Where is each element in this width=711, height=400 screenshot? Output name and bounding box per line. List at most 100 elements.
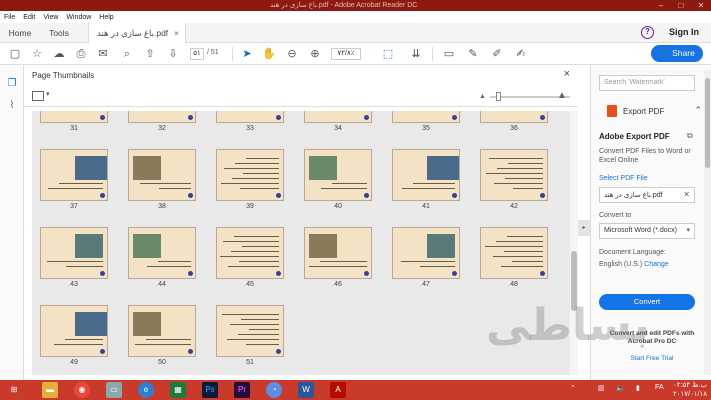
convert-format-select[interactable]: Microsoft Word (*.docx) ▾ — [599, 223, 695, 239]
minimize-icon[interactable]: – — [651, 0, 671, 11]
create-pdf-icon[interactable]: ▢ — [8, 47, 22, 61]
system-clock[interactable]: ۰۲:۵۴ ب.ظ ۲۰۱۷/۰۱/۱۸ — [673, 381, 707, 399]
page-thumbnail[interactable] — [216, 227, 284, 279]
maximize-icon[interactable]: □ — [671, 0, 691, 11]
windows-start-icon[interactable]: ⊞ — [6, 382, 22, 398]
tab-tools[interactable]: Tools — [40, 23, 78, 43]
zoom-search-icon[interactable]: ⌕ — [120, 47, 134, 61]
upload-cloud-icon[interactable]: ☁ — [52, 47, 66, 61]
copy-icon[interactable]: ⧉ — [687, 131, 693, 141]
share-label: Share — [672, 48, 695, 58]
help-icon[interactable]: ? — [641, 26, 654, 39]
chat-icon[interactable]: ◔ — [266, 382, 282, 398]
previous-page-icon[interactable]: ⇧ — [143, 47, 157, 61]
comment-icon[interactable]: ▭ — [442, 47, 456, 61]
page-number-input[interactable]: ۵۱ — [190, 48, 204, 60]
zoom-level-input[interactable]: ۷۲/۸٪ — [331, 48, 361, 60]
premiere-icon[interactable]: Pr — [234, 382, 250, 398]
computer-icon[interactable]: ▭ — [106, 382, 122, 398]
page-thumbnail[interactable] — [392, 111, 460, 123]
thumbnail-text-line — [222, 314, 279, 315]
thumbnail-size-slider-handle[interactable] — [496, 92, 501, 101]
page-thumbnail[interactable] — [40, 305, 108, 357]
collapse-right-panel-icon[interactable]: ▸ — [578, 220, 590, 236]
select-pdf-file-link[interactable]: Select PDF File — [599, 175, 648, 182]
menu-edit[interactable]: Edit — [19, 14, 39, 21]
page-thumbnail[interactable] — [128, 149, 196, 201]
next-page-icon[interactable]: ⇩ — [166, 47, 180, 61]
input-language[interactable]: FA — [655, 384, 664, 391]
page-thumbnail[interactable] — [128, 305, 196, 357]
remove-file-icon[interactable]: ✕ — [683, 190, 690, 199]
photoshop-icon[interactable]: Ps — [202, 382, 218, 398]
menu-help[interactable]: Help — [95, 14, 117, 21]
page-thumbnail[interactable] — [304, 111, 372, 123]
thumbnail-marker-icon — [100, 349, 105, 354]
fill-sign-icon[interactable]: ✍ — [514, 47, 528, 61]
acrobat-icon[interactable]: A — [330, 382, 346, 398]
page-thumbnail[interactable] — [128, 227, 196, 279]
sign-in-link[interactable]: Sign In — [669, 27, 699, 37]
volume-icon[interactable]: 🔈 — [616, 384, 625, 392]
bookmark-star-icon[interactable]: ☆ — [30, 47, 44, 61]
browser-icon[interactable]: e — [138, 382, 154, 398]
search-watermark-input[interactable]: Search 'Watermark' — [599, 75, 695, 91]
close-tab-icon[interactable]: × — [174, 23, 179, 43]
page-thumbnail[interactable] — [216, 305, 284, 357]
clock-date: ۲۰۱۷/۰۱/۱۸ — [673, 391, 707, 398]
menu-view[interactable]: View — [39, 14, 62, 21]
start-free-trial-link[interactable]: Start Free Trial — [599, 355, 705, 362]
page-thumbnails-icon[interactable]: ❐ — [5, 77, 19, 91]
file-explorer-icon[interactable]: ▬ — [42, 382, 58, 398]
tray-arrow-icon[interactable]: ⌃ — [570, 384, 576, 392]
calculator-icon[interactable]: ▦ — [170, 382, 186, 398]
close-window-icon[interactable]: ✕ — [691, 0, 711, 11]
page-thumbnail[interactable] — [40, 227, 108, 279]
right-panel-scrollbar-thumb[interactable] — [705, 78, 710, 168]
thumbnail-options-icon[interactable] — [32, 91, 44, 101]
page-thumbnail[interactable] — [304, 227, 372, 279]
thumbnail-text-line — [238, 334, 279, 335]
options-dropdown-icon[interactable]: ▾ — [46, 90, 50, 98]
word-icon[interactable]: W — [298, 382, 314, 398]
page-thumbnail[interactable] — [392, 149, 460, 201]
highlight-pen-icon[interactable]: ✎ — [466, 47, 480, 61]
thumbnail-marker-icon — [188, 115, 193, 120]
menu-file[interactable]: File — [0, 14, 19, 21]
thumbnail-marker-icon — [188, 349, 193, 354]
chevron-up-icon[interactable]: ⌃ — [694, 105, 702, 116]
change-language-link[interactable]: Change — [644, 261, 669, 268]
zoom-in-icon[interactable]: ⊕ — [308, 47, 322, 61]
page-thumbnail[interactable] — [392, 227, 460, 279]
menu-window[interactable]: Window — [62, 14, 95, 21]
page-thumbnail[interactable] — [216, 149, 284, 201]
page-thumbnail[interactable] — [480, 227, 548, 279]
chrome-icon[interactable]: ◉ — [74, 382, 90, 398]
select-cursor-icon[interactable]: ➤ — [240, 47, 254, 61]
page-thumbnail[interactable] — [480, 149, 548, 201]
share-button[interactable]: 👤 Share — [651, 45, 703, 62]
hand-tool-icon[interactable]: ✋ — [262, 47, 276, 61]
page-thumbnail[interactable] — [40, 111, 108, 123]
export-pdf-header[interactable]: Export PDF ⌃ — [599, 103, 704, 119]
close-thumbnails-icon[interactable]: × — [564, 68, 570, 80]
page-thumbnail[interactable] — [480, 111, 548, 123]
page-thumbnail[interactable] — [40, 149, 108, 201]
tab-home[interactable]: Home — [2, 23, 38, 43]
print-icon[interactable]: ⎙ — [74, 47, 88, 61]
zoom-out-icon[interactable]: ⊖ — [285, 47, 299, 61]
selected-file-field[interactable]: باغ سازی در هند.pdf ✕ — [599, 187, 695, 203]
scroll-mode-icon[interactable]: ⇊ — [409, 47, 423, 61]
fit-page-icon[interactable]: ⬚ — [381, 47, 395, 61]
email-icon[interactable]: ✉ — [96, 47, 110, 61]
attachments-icon[interactable]: ⌇ — [5, 99, 19, 113]
right-panel-scrollbar[interactable] — [704, 70, 711, 375]
tab-document[interactable]: باغ سازی در هند.pdf × — [88, 23, 186, 43]
draw-icon[interactable]: ✐ — [490, 47, 504, 61]
page-thumbnail[interactable] — [304, 149, 372, 201]
page-thumbnail[interactable] — [128, 111, 196, 123]
battery-icon[interactable]: ▮ — [636, 384, 640, 392]
thumbnail-marker-icon — [364, 271, 369, 276]
network-icon[interactable]: ▥ — [598, 384, 605, 392]
page-thumbnail[interactable] — [216, 111, 284, 123]
